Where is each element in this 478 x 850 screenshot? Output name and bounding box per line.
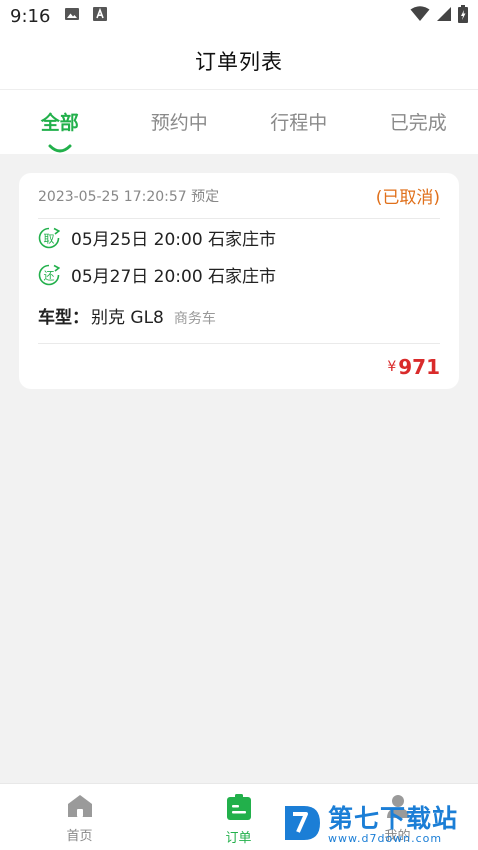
car-type: 商务车	[173, 311, 216, 327]
tab-in-progress-label: 行程中	[270, 112, 328, 134]
nav-orders-label: 订单	[225, 831, 252, 846]
svg-text:还: 还	[44, 269, 55, 282]
return-row: 还 05月27日 20:00 石家庄市	[38, 256, 440, 293]
watermark-text: 第七下载站 www.d7down.com	[328, 805, 458, 845]
watermark-sub: www.d7down.com	[328, 832, 443, 845]
order-status-tabs: 全部 预约中 行程中 已完成	[0, 90, 478, 154]
tab-completed[interactable]: 已完成	[359, 90, 478, 154]
signal-icon	[436, 6, 452, 26]
image-icon	[64, 6, 80, 26]
order-status-badge: (已取消)	[375, 188, 440, 208]
tab-reserved-label: 预约中	[150, 112, 208, 134]
order-price: 971	[398, 354, 440, 379]
site-watermark: 第七下载站 www.d7down.com	[282, 800, 478, 850]
order-list: 2023-05-25 17:20:57 预定 (已取消) 取 05月25日 20…	[0, 154, 478, 403]
wifi-icon	[410, 6, 430, 26]
tab-all-label: 全部	[40, 112, 79, 134]
status-bar: 9:16	[0, 0, 478, 32]
nav-home-label: 首页	[66, 829, 93, 844]
watermark-logo-icon	[282, 802, 324, 848]
tab-completed-label: 已完成	[389, 112, 447, 134]
return-icon: 还	[38, 264, 61, 286]
watermark-main: 第七下载站	[328, 804, 459, 833]
status-time: 9:16	[10, 5, 51, 27]
home-icon	[67, 794, 93, 822]
pickup-icon: 取	[38, 227, 61, 249]
font-a-icon	[92, 6, 108, 26]
status-right-icons	[410, 5, 468, 27]
order-card-footer: ¥ 971	[38, 343, 440, 389]
page-title: 订单列表	[195, 49, 283, 74]
price-currency: ¥	[387, 358, 397, 375]
order-date: 2023-05-25 17:20:57 预定	[38, 188, 220, 205]
return-text: 05月27日 20:00 石家庄市	[71, 267, 277, 287]
pickup-row: 取 05月25日 20:00 石家庄市	[38, 219, 440, 256]
tab-all[interactable]: 全部	[0, 90, 120, 154]
pickup-text: 05月25日 20:00 石家庄市	[71, 230, 277, 250]
battery-icon	[458, 5, 468, 27]
svg-text:取: 取	[44, 232, 55, 245]
order-card[interactable]: 2023-05-25 17:20:57 预定 (已取消) 取 05月25日 20…	[19, 173, 459, 389]
tab-reserved[interactable]: 预约中	[120, 90, 240, 154]
order-icon	[226, 794, 252, 824]
car-model: 别克 GL8	[91, 308, 164, 328]
car-label: 车型：	[38, 308, 89, 328]
tab-in-progress[interactable]: 行程中	[239, 90, 359, 154]
car-info-row: 车型： 别克 GL8 商务车	[38, 293, 440, 331]
app-header: 订单列表	[0, 32, 478, 90]
order-list-screen: 9:16 订单列表 全部 预约中 行程中 已完成 2023-05-25 17:2…	[0, 0, 478, 850]
nav-home[interactable]: 首页	[0, 784, 159, 850]
order-card-header: 2023-05-25 17:20:57 预定 (已取消)	[38, 173, 440, 219]
